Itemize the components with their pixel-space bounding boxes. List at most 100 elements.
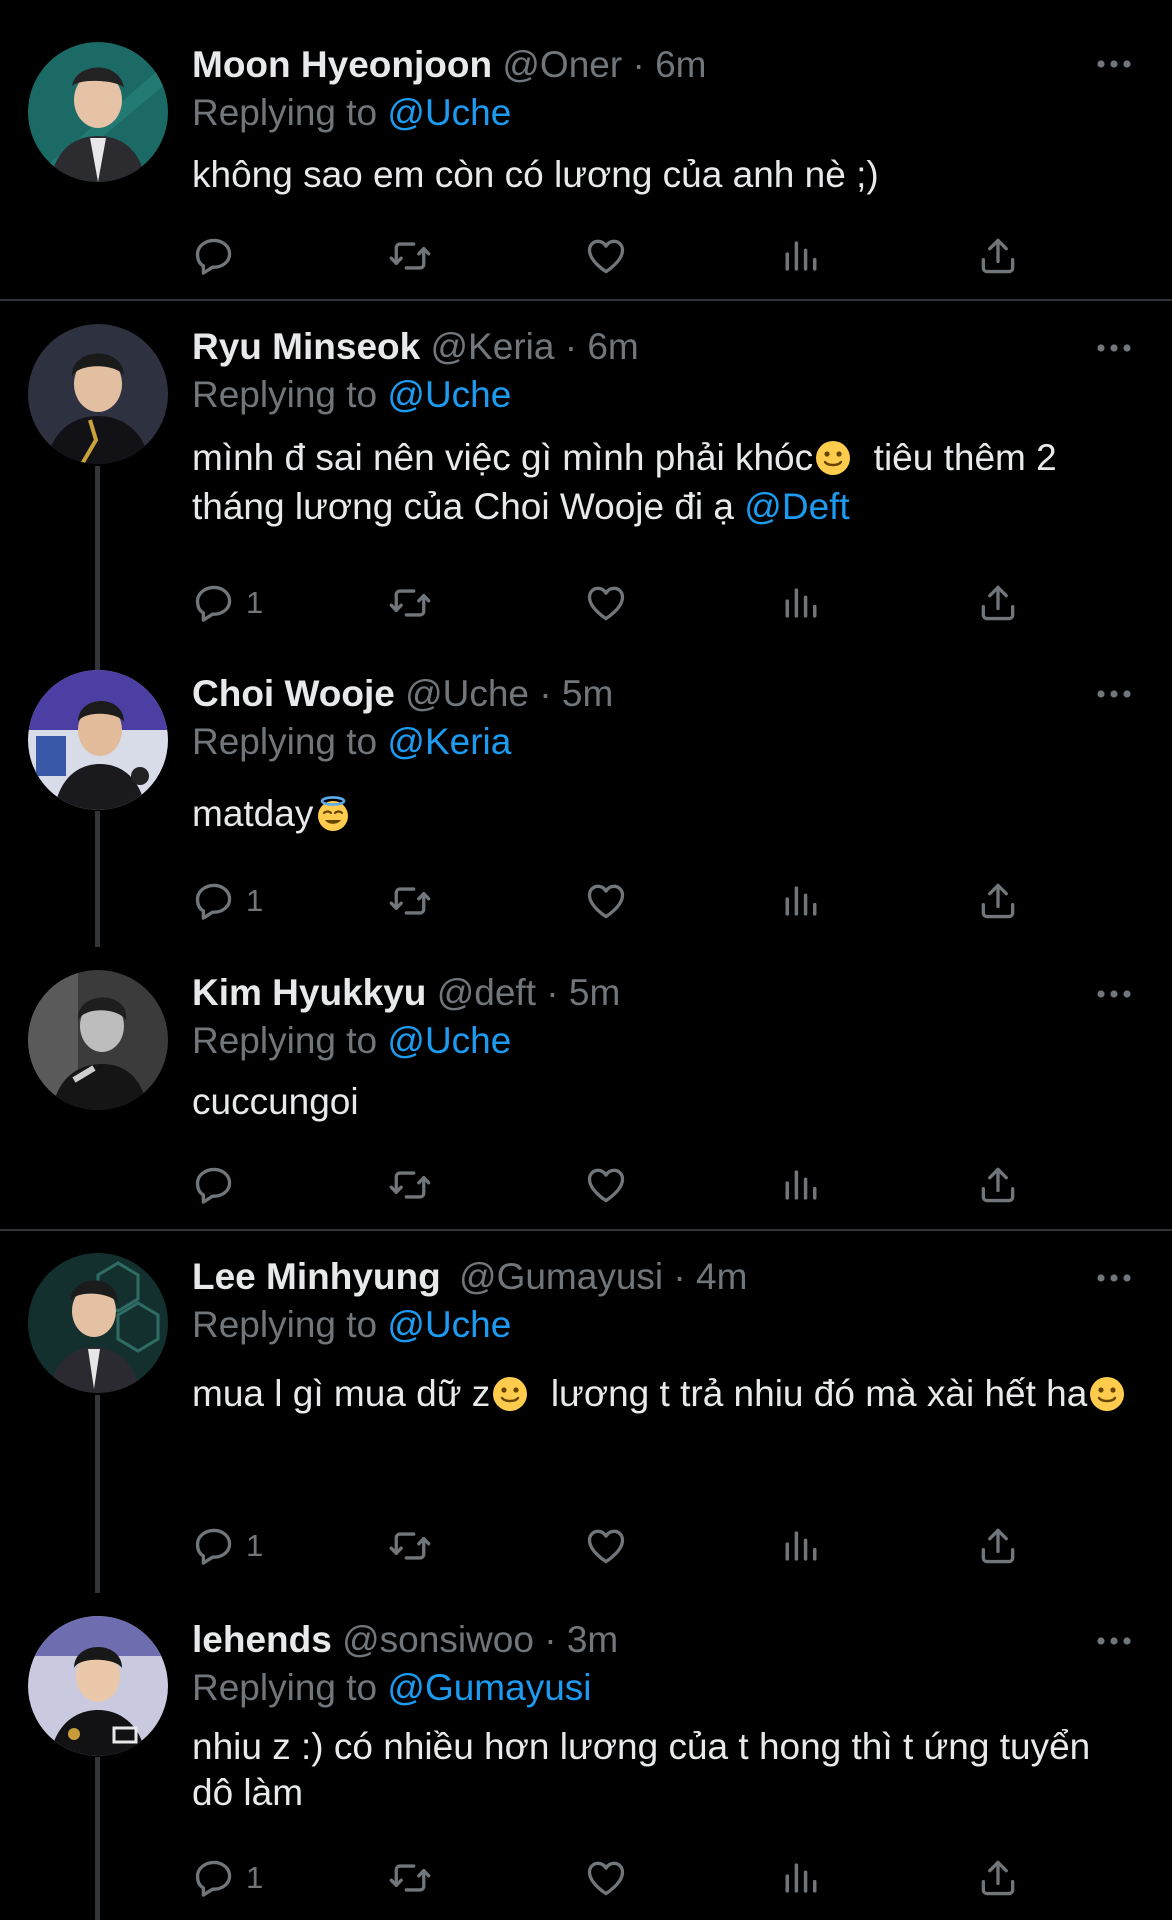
replying-to-mention[interactable]: @Uche	[387, 374, 511, 415]
retweet-button[interactable]	[388, 1854, 432, 1902]
avatar[interactable]	[28, 324, 168, 464]
display-name[interactable]: Choi Wooje	[192, 673, 395, 714]
replying-to-line: Replying to @Gumayusi	[192, 1664, 1132, 1712]
more-icon[interactable]	[1096, 1635, 1132, 1647]
replying-to-line: Replying to @Uche	[192, 89, 1132, 137]
reply-button[interactable]: 1	[192, 1522, 263, 1570]
timestamp[interactable]: 4m	[696, 1256, 747, 1297]
tweet-actions: 1	[192, 1854, 1042, 1902]
share-button[interactable]	[976, 1522, 1020, 1570]
views-button[interactable]	[780, 877, 824, 925]
heart-icon	[584, 1524, 628, 1568]
timestamp[interactable]: 6m	[587, 326, 638, 367]
reply-button[interactable]: 1	[192, 579, 263, 627]
separator-dot: ·	[544, 1619, 557, 1660]
views-button[interactable]	[780, 579, 824, 627]
replying-to-label: Replying to	[192, 1667, 378, 1708]
tweet[interactable]: lehends @sonsiwoo · 3m Replying to @Guma…	[0, 1593, 1172, 1920]
heart-icon	[584, 1856, 628, 1900]
replying-to-mention[interactable]: @Keria	[387, 721, 511, 762]
slightly-smiling-face-icon	[492, 1376, 528, 1412]
thread-line	[95, 466, 100, 676]
reply-icon	[192, 234, 236, 278]
timestamp[interactable]: 5m	[569, 972, 620, 1013]
more-icon[interactable]	[1096, 58, 1132, 70]
tweet[interactable]: Kim Hyukkyu @deft · 5m Replying to @Uche…	[0, 947, 1172, 1229]
timestamp[interactable]: 3m	[567, 1619, 618, 1660]
views-button[interactable]	[780, 232, 824, 280]
retweet-button[interactable]	[388, 232, 432, 280]
like-button[interactable]	[584, 877, 628, 925]
timestamp[interactable]: 6m	[655, 44, 706, 85]
thread-line	[95, 1395, 100, 1593]
display-name[interactable]: lehends	[192, 1619, 332, 1660]
reply-button[interactable]: 1	[192, 877, 263, 925]
display-name[interactable]: Kim Hyukkyu	[192, 972, 426, 1013]
replying-to-line: Replying to @Uche	[192, 1301, 1132, 1349]
like-button[interactable]	[584, 1161, 628, 1209]
user-handle[interactable]: @Uche	[405, 673, 529, 714]
replying-to-mention[interactable]: @Gumayusi	[387, 1667, 591, 1708]
separator-dot: ·	[546, 972, 559, 1013]
views-button[interactable]	[780, 1161, 824, 1209]
tweet-text: không sao em còn có lương của anh nè ;)	[192, 154, 879, 195]
tweet-text: matday	[192, 789, 1132, 838]
reply-button[interactable]	[192, 1161, 246, 1209]
body-mention[interactable]: @Deft	[744, 486, 849, 527]
replying-to-mention[interactable]: @Uche	[387, 92, 511, 133]
user-handle[interactable]: @Oner	[502, 44, 622, 85]
tweet-actions: 1	[192, 579, 1042, 627]
more-icon[interactable]	[1096, 988, 1132, 1000]
tweet[interactable]: Choi Wooje @Uche · 5m Replying to @Keria…	[0, 647, 1172, 947]
slightly-smiling-face-icon	[1089, 1376, 1125, 1412]
views-button[interactable]	[780, 1522, 824, 1570]
replying-to-mention[interactable]: @Uche	[387, 1020, 511, 1061]
more-icon[interactable]	[1096, 688, 1132, 700]
user-handle[interactable]: @sonsiwoo	[342, 1619, 534, 1660]
avatar[interactable]	[28, 670, 168, 810]
like-button[interactable]	[584, 232, 628, 280]
more-icon[interactable]	[1096, 1272, 1132, 1284]
user-handle[interactable]: @Keria	[431, 326, 555, 367]
display-name[interactable]: Lee Minhyung	[192, 1256, 441, 1297]
share-button[interactable]	[976, 1161, 1020, 1209]
avatar[interactable]	[28, 1253, 168, 1393]
display-name[interactable]: Ryu Minseok	[192, 326, 420, 367]
retweet-icon	[388, 1856, 432, 1900]
retweet-button[interactable]	[388, 579, 432, 627]
like-button[interactable]	[584, 1854, 628, 1902]
share-icon	[976, 1163, 1020, 1207]
share-button[interactable]	[976, 232, 1020, 280]
more-icon[interactable]	[1096, 342, 1132, 354]
tweet-text: cuccungoi	[192, 1081, 359, 1122]
share-icon	[976, 879, 1020, 923]
avatar[interactable]	[28, 42, 168, 182]
share-button[interactable]	[976, 877, 1020, 925]
retweet-button[interactable]	[388, 877, 432, 925]
tweet[interactable]: Ryu Minseok @Keria · 6m Replying to @Uch…	[0, 301, 1172, 676]
like-button[interactable]	[584, 1522, 628, 1570]
user-handle[interactable]: @deft	[437, 972, 536, 1013]
avatar[interactable]	[28, 1616, 168, 1756]
retweet-button[interactable]	[388, 1522, 432, 1570]
display-name[interactable]: Moon Hyeonjoon	[192, 44, 492, 85]
avatar[interactable]	[28, 970, 168, 1110]
tweet[interactable]: Lee Minhyung @Gumayusi · 4m Replying to …	[0, 1231, 1172, 1593]
timestamp[interactable]: 5m	[562, 673, 613, 714]
reply-button[interactable]: 1	[192, 1854, 263, 1902]
tweet-header: Moon Hyeonjoon @Oner · 6m	[192, 41, 1132, 89]
like-button[interactable]	[584, 579, 628, 627]
retweet-icon	[388, 234, 432, 278]
reply-button[interactable]	[192, 232, 246, 280]
heart-icon	[584, 234, 628, 278]
tweet[interactable]: Moon Hyeonjoon @Oner · 6m Replying to @U…	[0, 0, 1172, 300]
share-button[interactable]	[976, 579, 1020, 627]
tweet-text-part: matday	[192, 793, 314, 834]
views-button[interactable]	[780, 1854, 824, 1902]
separator-dot: ·	[673, 1256, 686, 1297]
replying-to-mention[interactable]: @Uche	[387, 1304, 511, 1345]
share-button[interactable]	[976, 1854, 1020, 1902]
heart-icon	[584, 879, 628, 923]
retweet-button[interactable]	[388, 1161, 432, 1209]
user-handle[interactable]: @Gumayusi	[459, 1256, 663, 1297]
